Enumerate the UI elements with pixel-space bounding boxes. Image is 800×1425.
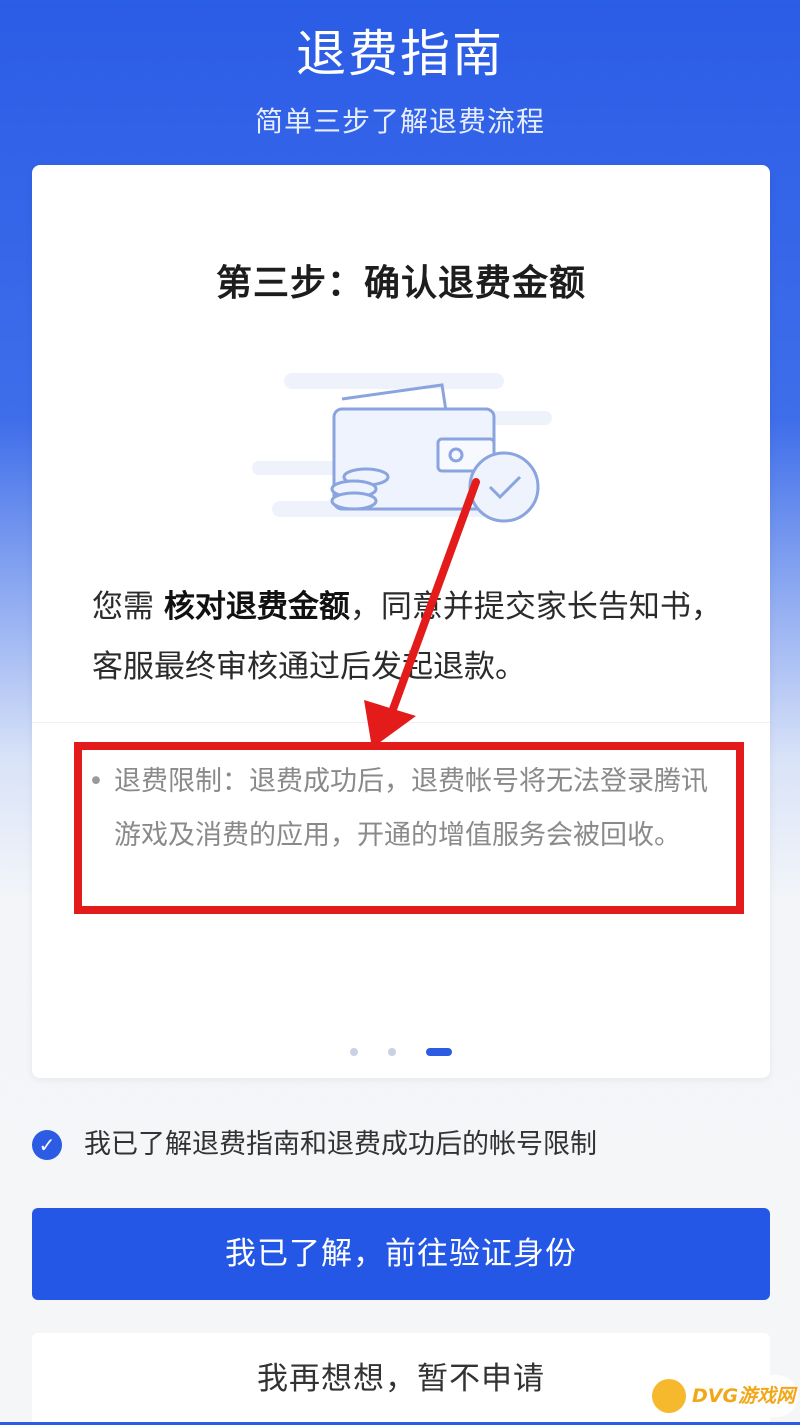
page-title: 退费指南 bbox=[296, 25, 504, 83]
agreement-row[interactable]: ✓ 我已了解退费指南和退费成功后的帐号限制 bbox=[32, 1122, 770, 1166]
step-title: 第三步：确认退费金额 bbox=[215, 263, 586, 304]
page-subtitle: 简单三步了解退费流程 bbox=[254, 105, 545, 138]
step-description: 您需 核对退费金额，同意并提交家长告知书，客服最终审核通过后发起退款。 bbox=[92, 577, 732, 697]
wallet-refund-illustration bbox=[252, 373, 552, 523]
divider bbox=[32, 722, 770, 723]
desc-emphasis: 核对退费金额 bbox=[163, 589, 350, 625]
watermark-badge: DVG游戏网 bbox=[648, 1375, 798, 1417]
check-icon[interactable]: ✓ bbox=[32, 1130, 62, 1160]
annotation-highlight-box bbox=[74, 742, 744, 914]
watermark-text: DVG游戏网 bbox=[692, 1385, 796, 1407]
agreement-label: 我已了解退费指南和退费成功后的帐号限制 bbox=[84, 1129, 597, 1160]
verify-identity-button[interactable]: 我已了解，前往验证身份 bbox=[32, 1208, 770, 1300]
pager-dot-2[interactable] bbox=[388, 1047, 396, 1056]
pager-dots[interactable] bbox=[32, 1041, 770, 1056]
gamepad-icon bbox=[652, 1379, 686, 1413]
desc-prefix: 您需 bbox=[92, 589, 164, 625]
pager-dot-1[interactable] bbox=[350, 1047, 358, 1056]
guide-card[interactable]: 第三步：确认退费金额 您需 核对退费金额，同意并提交家长告知书，客服最终审核通过… bbox=[32, 165, 770, 1078]
pager-dot-3-active[interactable] bbox=[426, 1047, 452, 1056]
